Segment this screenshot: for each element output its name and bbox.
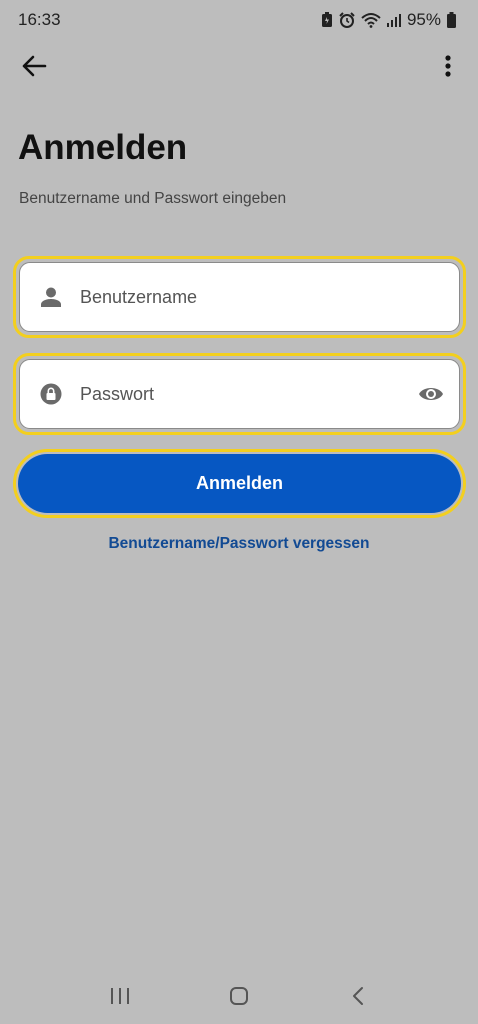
battery-percent: 95% (406, 10, 441, 29)
home-button[interactable] (219, 976, 259, 1016)
back-button[interactable] (18, 50, 50, 82)
recent-apps-button[interactable] (100, 976, 140, 1016)
toggle-password-visibility[interactable] (415, 378, 447, 410)
forgot-credentials-link[interactable]: Benutzername/Passwort vergessen (0, 535, 478, 553)
person-icon (41, 287, 61, 307)
password-field-focus-ring: Passwort (13, 353, 466, 435)
back-nav-button[interactable] (338, 976, 378, 1016)
status-bar: 16:33 95% (0, 0, 478, 40)
signal-icon (386, 14, 401, 27)
recent-apps-icon (110, 988, 129, 1004)
battery-icon (447, 12, 456, 28)
password-placeholder: Passwort (80, 383, 155, 404)
status-time: 16:33 (18, 10, 61, 29)
page-title: Anmelden (18, 128, 188, 167)
status-icons: 95% (321, 10, 456, 30)
arrow-left-icon (22, 55, 47, 77)
login-button[interactable]: Anmelden (18, 454, 461, 513)
system-nav-bar (0, 968, 478, 1024)
wifi-icon (361, 13, 381, 28)
username-field[interactable]: Benutzername (19, 262, 460, 332)
eye-icon (419, 388, 443, 400)
more-options-button[interactable] (432, 50, 464, 82)
back-nav-icon (353, 987, 364, 1005)
battery-saver-icon (321, 12, 332, 27)
home-icon (229, 987, 248, 1005)
username-field-focus-ring: Benutzername (13, 256, 466, 338)
lock-icon (40, 383, 62, 405)
username-placeholder: Benutzername (80, 286, 198, 307)
password-field[interactable]: Passwort (19, 359, 460, 429)
login-button-focus-ring: Anmelden (13, 449, 466, 518)
more-vert-icon (445, 55, 451, 77)
alarm-icon (339, 12, 355, 28)
top-app-bar (0, 44, 478, 88)
page-subtitle: Benutzername und Passwort eingeben (19, 190, 287, 207)
